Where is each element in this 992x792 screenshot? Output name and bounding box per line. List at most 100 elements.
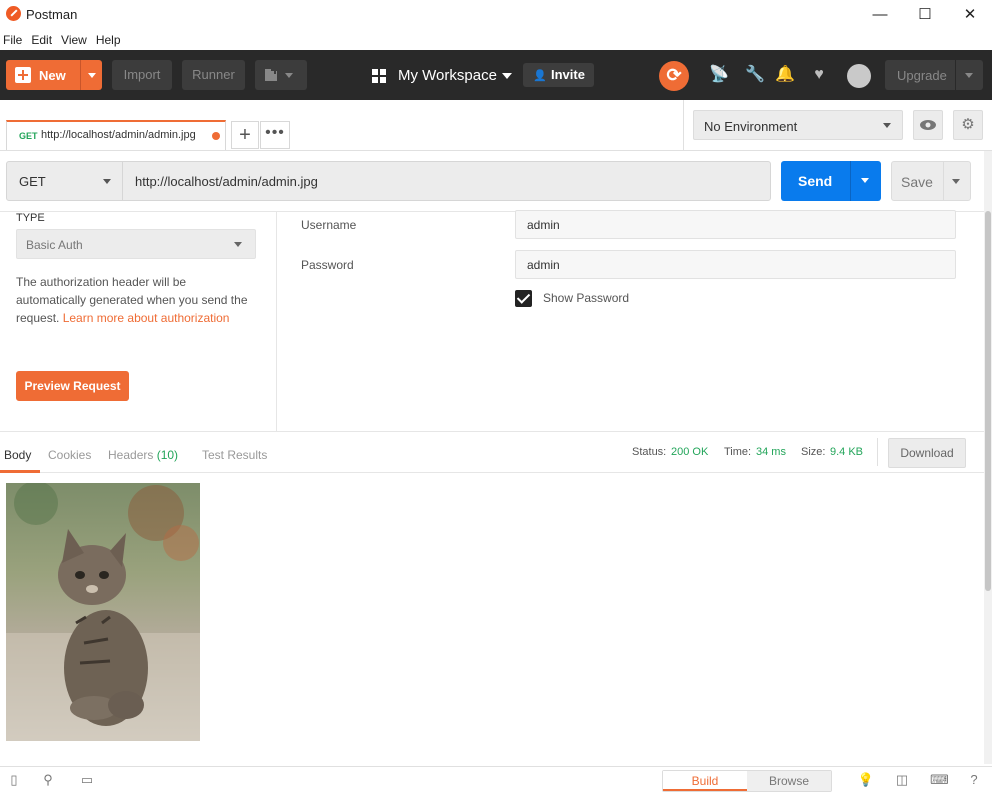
download-button[interactable]: Download xyxy=(888,438,966,468)
unsaved-dot-icon xyxy=(212,132,220,140)
runner-button[interactable]: Runner xyxy=(182,60,245,90)
auth-type-panel: TYPE Basic Auth The authorization header… xyxy=(0,212,277,431)
tab-url: http://localhost/admin/admin.jpg xyxy=(41,129,196,141)
bootcamp-lightbulb-icon[interactable]: 💡 xyxy=(857,772,875,788)
size-value: 9.4 KB xyxy=(830,446,864,458)
build-browse-toggle: Build Browse xyxy=(662,770,832,792)
auth-type-caret-icon xyxy=(234,242,242,247)
save-button[interactable]: Save xyxy=(891,161,971,201)
close-button[interactable]: ✕ xyxy=(947,0,992,29)
add-window-icon xyxy=(265,66,293,81)
tab-test-results[interactable]: Test Results xyxy=(202,448,267,462)
size-label: Size: xyxy=(801,446,826,458)
request-url-bar: GET http://localhost/admin/admin.jpg xyxy=(6,161,771,201)
maximize-button[interactable]: ☐ xyxy=(902,0,948,29)
username-label: Username xyxy=(301,218,357,232)
tab-method: GET xyxy=(19,131,38,141)
sync-icon[interactable]: ⟳ xyxy=(659,61,689,91)
tab-body[interactable]: Body xyxy=(4,448,31,462)
sidebar-toggle-icon[interactable]: ▯ xyxy=(5,772,23,788)
request-tab[interactable]: GET http://localhost/admin/admin.jpg xyxy=(6,120,226,150)
browse-tab[interactable]: Browse xyxy=(747,771,831,791)
menu-bar: File Edit View Help xyxy=(0,31,992,49)
notification-bell-icon[interactable]: 🔔 xyxy=(774,64,796,86)
satellite-icon[interactable]: 📡 xyxy=(708,64,730,86)
invite-label: Invite xyxy=(551,67,585,82)
help-icon[interactable]: ? xyxy=(965,772,983,788)
avatar[interactable] xyxy=(847,64,871,88)
response-tab-bar: Body Cookies Headers (10) Test Results S… xyxy=(0,431,984,473)
build-tab[interactable]: Build xyxy=(663,771,747,791)
time-label: Time: xyxy=(724,446,752,458)
workspace-label: My Workspace xyxy=(398,67,497,84)
menu-help[interactable]: Help xyxy=(96,31,121,49)
preview-request-button[interactable]: Preview Request xyxy=(16,371,129,401)
tab-headers[interactable]: Headers (10) xyxy=(108,448,178,462)
new-dropdown-caret-icon[interactable] xyxy=(88,73,96,78)
eye-icon xyxy=(920,120,936,130)
minimize-button[interactable]: — xyxy=(857,0,903,29)
learn-more-link[interactable]: Learn more about authorization xyxy=(63,311,230,325)
show-password-label[interactable]: Show Password xyxy=(543,291,629,305)
save-caret-icon[interactable] xyxy=(952,179,960,184)
username-value: admin xyxy=(527,218,560,232)
gear-icon: ⚙ xyxy=(961,116,975,133)
import-button[interactable]: Import xyxy=(112,60,172,90)
send-label: Send xyxy=(798,173,833,189)
upgrade-label: Upgrade xyxy=(897,68,947,83)
status-bar: ▯ ⚲ ▭ Build Browse 💡 ◫ ⌨ ? xyxy=(0,766,992,792)
workspace-caret-icon xyxy=(502,73,512,79)
method-caret-icon xyxy=(103,179,111,184)
upgrade-caret-icon[interactable] xyxy=(965,73,973,78)
heart-icon[interactable]: ♥ xyxy=(808,64,830,86)
send-caret-icon[interactable] xyxy=(861,178,869,183)
password-field[interactable]: admin xyxy=(515,250,956,279)
tab-more-button[interactable]: ••• xyxy=(260,121,290,149)
plus-icon xyxy=(15,67,31,83)
menu-edit[interactable]: Edit xyxy=(31,31,52,49)
password-value: admin xyxy=(527,258,560,272)
method-select[interactable]: GET xyxy=(7,162,123,200)
add-user-icon: 👤 xyxy=(533,70,547,82)
show-password-checkbox[interactable] xyxy=(515,290,532,307)
auth-description: The authorization header will be automat… xyxy=(16,275,248,325)
auth-type-value: Basic Auth xyxy=(26,238,83,252)
menu-view[interactable]: View xyxy=(61,31,87,49)
main-scrollbar[interactable] xyxy=(984,151,992,764)
url-input[interactable]: http://localhost/admin/admin.jpg xyxy=(135,174,318,189)
environment-caret-icon xyxy=(883,123,891,128)
new-button-label: New xyxy=(39,68,66,83)
new-window-button[interactable] xyxy=(255,60,307,90)
manage-environments-button[interactable]: ⚙ xyxy=(953,110,983,140)
add-tab-button[interactable]: + xyxy=(231,121,259,149)
environment-selector[interactable]: No Environment xyxy=(693,110,903,140)
auth-type-select[interactable]: Basic Auth xyxy=(16,229,256,259)
postman-logo-icon xyxy=(6,6,21,21)
invite-button[interactable]: 👤 Invite xyxy=(523,63,594,87)
username-field[interactable]: admin xyxy=(515,210,956,239)
method-label: GET xyxy=(19,174,46,189)
headers-count: (10) xyxy=(156,448,179,462)
environment-label: No Environment xyxy=(704,119,798,134)
status-label: Status: xyxy=(632,446,667,458)
keyboard-shortcuts-icon[interactable]: ⌨ xyxy=(930,772,949,788)
workspace-grid-icon xyxy=(372,69,386,83)
tab-cookies[interactable]: Cookies xyxy=(48,448,91,462)
status-value: 200 OK xyxy=(671,446,709,458)
send-button[interactable]: Send xyxy=(781,161,881,201)
time-value: 34 ms xyxy=(756,446,786,458)
environment-quick-look-button[interactable] xyxy=(913,110,943,140)
two-pane-view-icon[interactable]: ◫ xyxy=(893,772,911,788)
console-icon[interactable]: ▭ xyxy=(78,772,96,788)
response-image xyxy=(6,483,200,741)
save-label: Save xyxy=(901,174,933,190)
upgrade-button[interactable]: Upgrade xyxy=(885,60,983,90)
settings-wrench-icon[interactable]: 🔧 xyxy=(744,64,766,86)
auth-type-label: TYPE xyxy=(16,212,45,224)
menu-file[interactable]: File xyxy=(3,31,22,49)
password-label: Password xyxy=(301,258,354,272)
window-title-bar: Postman — ☐ ✕ xyxy=(0,0,992,29)
search-icon[interactable]: ⚲ xyxy=(39,772,57,788)
header-toolbar: New Import Runner My Workspace 👤 Invite … xyxy=(0,50,992,100)
new-button[interactable]: New xyxy=(6,60,102,90)
